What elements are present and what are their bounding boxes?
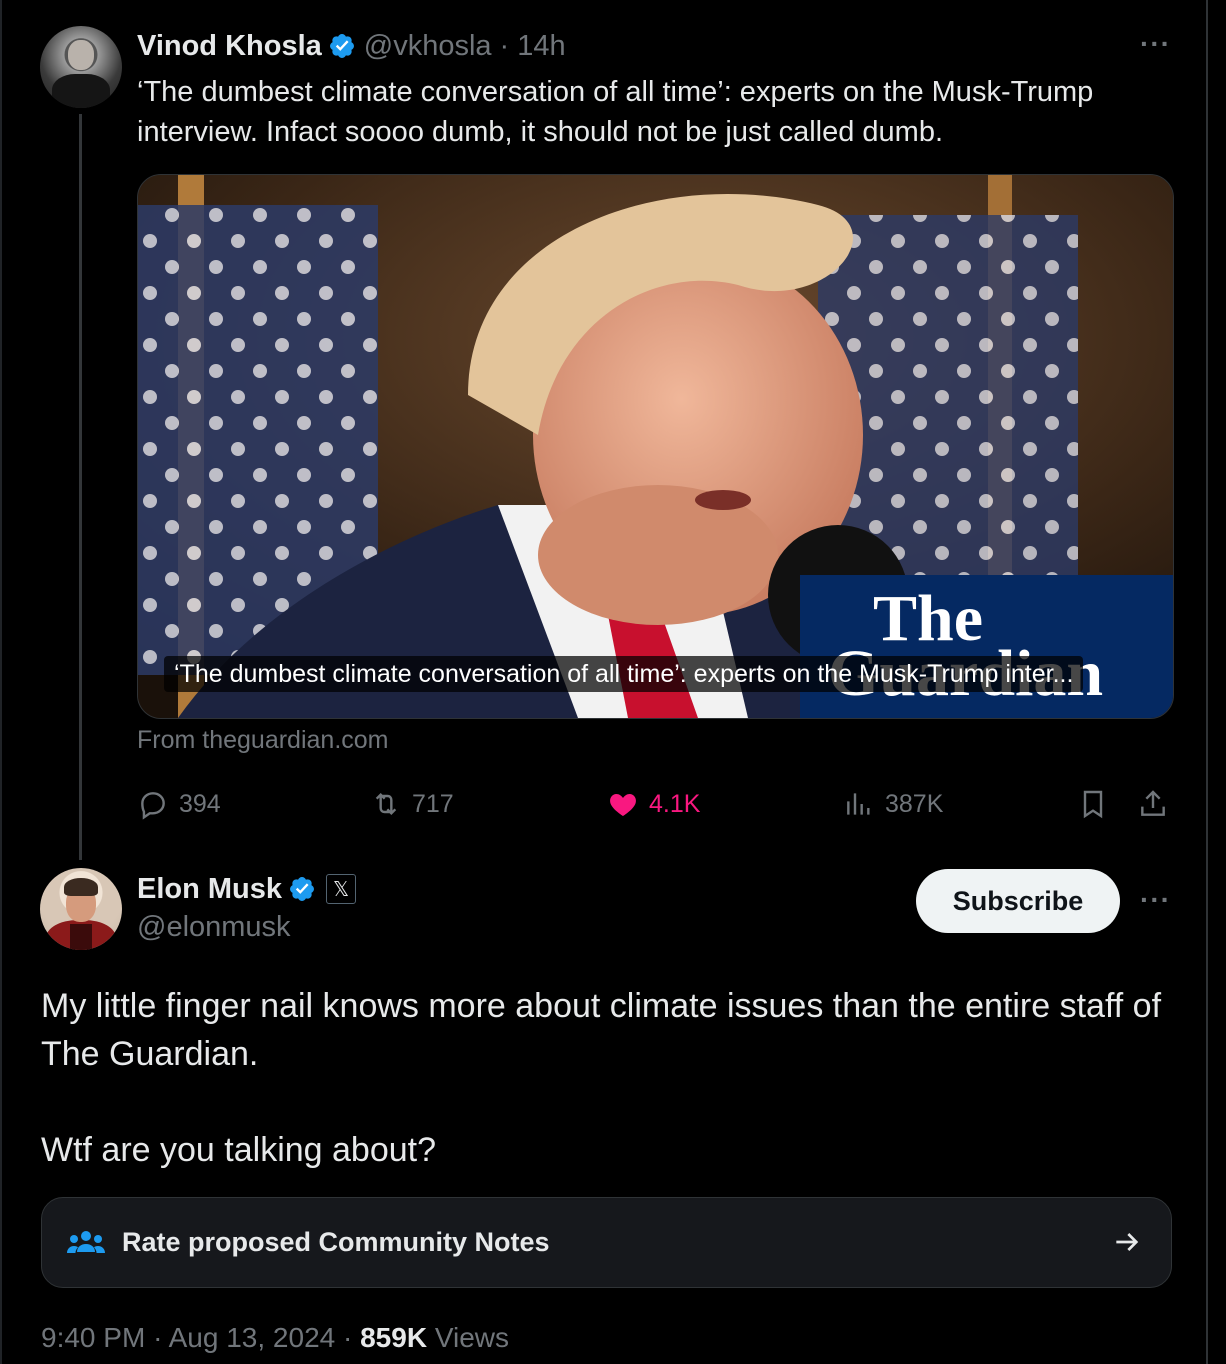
views-count: 387K (885, 789, 944, 818)
views-icon (847, 793, 870, 815)
people-icon (67, 1230, 105, 1253)
views-button[interactable]: 387K (843, 784, 943, 824)
left-border (0, 0, 2, 1364)
author-handle[interactable]: @elonmusk (137, 911, 291, 944)
thread-connector (79, 114, 82, 860)
link-card[interactable]: The Guardian ‘The dumbest climate conver… (137, 174, 1174, 719)
tweet-meta: 9:40 PM · Aug 13, 2024 · 859K Views (41, 1322, 510, 1353)
parent-tweet-text: ‘The dumbest climate conversation of all… (137, 76, 1094, 148)
author-handle[interactable]: @vkhosla (364, 30, 492, 63)
reply-count: 394 (179, 789, 221, 818)
like-icon (610, 794, 636, 816)
views-label: Views (434, 1322, 510, 1353)
card-source[interactable]: From theguardian.com (137, 726, 389, 755)
avatar[interactable] (40, 26, 122, 108)
bookmark-button[interactable] (1077, 784, 1119, 824)
repost-icon (375, 792, 397, 816)
card-caption: ‘The dumbest climate conversation of all… (164, 656, 1084, 692)
views-count: 859K (360, 1322, 428, 1353)
repost-count: 717 (412, 789, 454, 818)
separator: · (499, 29, 510, 62)
author-name[interactable]: Elon Musk (137, 873, 282, 906)
main-tweet-text: My little finger nail knows more about c… (41, 982, 1181, 1174)
parent-tweet-header: Vinod Khosla @vkhosla · 14h (137, 28, 566, 64)
community-notes-label: Rate proposed Community Notes (122, 1227, 550, 1257)
share-icon (1141, 790, 1165, 816)
reply-icon (141, 792, 165, 820)
tweet-time[interactable]: 9:40 PM (41, 1322, 145, 1353)
verified-badge-icon (329, 34, 354, 58)
right-border (1206, 0, 1208, 1364)
tweet-date[interactable]: Aug 13, 2024 (169, 1322, 336, 1353)
more-icon[interactable]: ··· (1140, 28, 1171, 60)
action-bar: 394 717 4.1K 387K (137, 784, 1177, 824)
timestamp[interactable]: 14h (517, 30, 565, 63)
tweet-paragraph-1: My little finger nail knows more about c… (41, 987, 1162, 1073)
verified-badge-icon (290, 877, 314, 901)
avatar[interactable] (40, 868, 122, 950)
subscribe-button[interactable]: Subscribe (916, 869, 1120, 933)
tweet-paragraph-2: Wtf are you talking about? (41, 1131, 437, 1169)
more-icon[interactable]: ··· (1140, 884, 1171, 916)
like-button[interactable]: 4.1K (607, 784, 700, 824)
bookmark-icon (1083, 790, 1103, 819)
reply-button[interactable]: 394 (137, 784, 221, 824)
x-affiliation-icon[interactable]: 𝕏 (326, 874, 357, 904)
community-notes-button[interactable]: Rate proposed Community Notes (41, 1197, 1172, 1288)
article-image: The Guardian (138, 175, 1173, 718)
main-tweet-header: Elon Musk 𝕏 (137, 870, 357, 908)
author-name[interactable]: Vinod Khosla (137, 30, 322, 63)
like-count: 4.1K (649, 789, 701, 818)
repost-button[interactable]: 717 (370, 784, 454, 824)
arrow-right-icon (1116, 1233, 1139, 1251)
share-button[interactable] (1137, 784, 1179, 824)
